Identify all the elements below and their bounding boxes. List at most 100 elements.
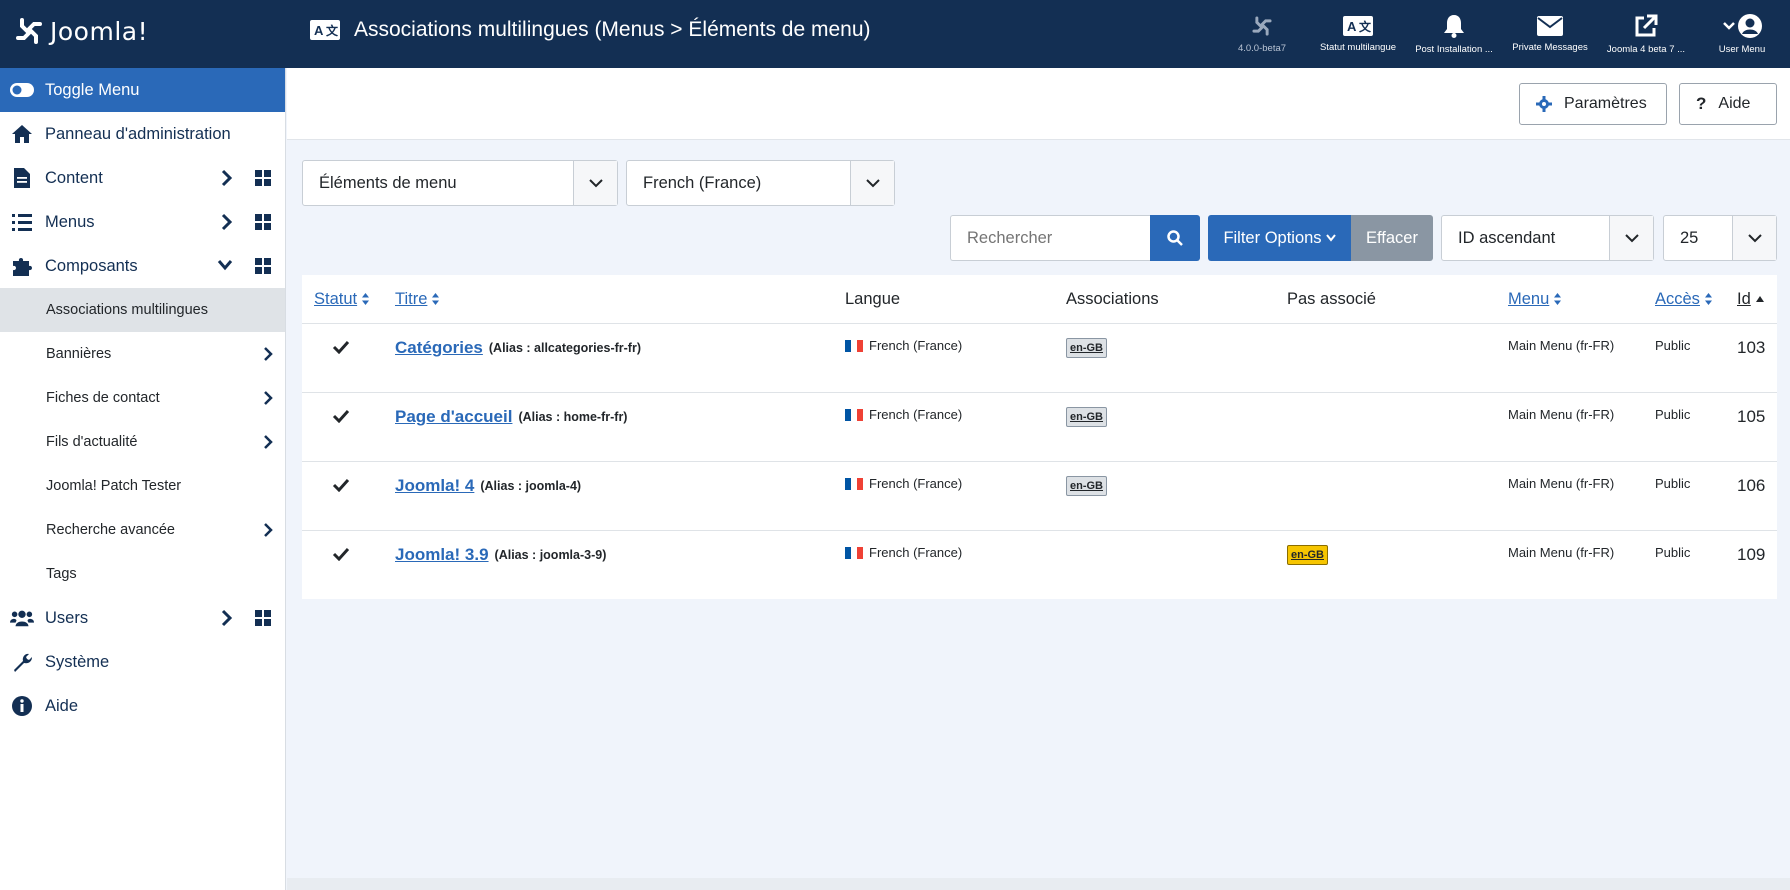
joomla-icon xyxy=(1252,15,1272,36)
item-alias: (Alias : allcategories-fr-fr) xyxy=(488,341,641,355)
sidebar-item-components[interactable]: Composants xyxy=(0,244,285,288)
sidebar-subitem-patch-tester[interactable]: Joomla! Patch Tester xyxy=(0,464,285,508)
header-label: Statut xyxy=(314,289,358,308)
check-icon[interactable] xyxy=(332,478,350,492)
clear-button[interactable]: Effacer xyxy=(1351,215,1433,261)
dashboard-grid-icon[interactable] xyxy=(255,258,271,274)
sidebar-item-dashboard[interactable]: Panneau d'administration xyxy=(0,112,285,156)
item-title-link[interactable]: Joomla! 4 xyxy=(395,476,474,496)
association-badge[interactable]: en-GB xyxy=(1066,407,1107,427)
table-row: Page d'accueil (Alias : home-fr-fr) Fren… xyxy=(302,392,1777,461)
column-header-id[interactable]: Id xyxy=(1737,275,1765,323)
sidebar-subitem-label: Bannières xyxy=(46,346,112,362)
sidebar-item-system[interactable]: Système xyxy=(0,640,285,684)
sidebar-subitem-banners[interactable]: Bannières xyxy=(0,332,285,376)
language-value: French (France) xyxy=(643,173,762,192)
sidebar-item-label: Panneau d'administration xyxy=(45,124,231,143)
item-alias: (Alias : home-fr-fr) xyxy=(518,410,628,424)
column-header-access[interactable]: Accès xyxy=(1655,275,1713,323)
sidebar-subitem-contacts[interactable]: Fiches de contact xyxy=(0,376,285,420)
user-icon xyxy=(1738,13,1762,38)
item-title-link[interactable]: Joomla! 3.9 xyxy=(395,545,489,565)
toggle-icon xyxy=(10,78,34,102)
search-input[interactable] xyxy=(950,215,1150,261)
sidebar-item-label: Content xyxy=(45,168,103,187)
language-select[interactable]: French (France) xyxy=(626,160,895,206)
toolbar: Paramètres ? Aide xyxy=(287,68,1790,140)
toggle-menu-label: Toggle Menu xyxy=(45,80,140,99)
version-tool[interactable]: 4.0.0-beta7 xyxy=(1214,0,1310,68)
item-language: French (France) xyxy=(869,407,963,422)
language-icon: A 文 xyxy=(310,20,340,40)
sidebar-subitem-label: Fils d'actualité xyxy=(46,434,138,450)
item-type-select[interactable]: Éléments de menu xyxy=(302,160,618,206)
page-title: Associations multilingues (Menus > Éléme… xyxy=(354,18,871,41)
chevron-right-icon[interactable] xyxy=(221,609,233,627)
check-icon[interactable] xyxy=(332,547,350,561)
toggle-menu-button[interactable]: Toggle Menu xyxy=(0,68,285,112)
tool-label: Post Installation ... xyxy=(1415,43,1493,55)
svg-text:A: A xyxy=(1347,19,1357,34)
item-language: French (France) xyxy=(869,338,963,353)
item-title-link[interactable]: Catégories xyxy=(395,338,483,358)
column-header-associations: Associations xyxy=(1066,275,1159,323)
sidebar-item-menus[interactable]: Menus xyxy=(0,200,285,244)
envelope-icon xyxy=(1537,15,1563,36)
chevron-right-icon[interactable] xyxy=(263,390,273,406)
chevron-down-icon[interactable] xyxy=(217,259,233,271)
sidebar-item-users[interactable]: Users xyxy=(0,596,285,640)
sidebar-item-content[interactable]: Content xyxy=(0,156,285,200)
table-row: Joomla! 3.9 (Alias : joomla-3-9) French … xyxy=(302,530,1777,599)
item-title-link[interactable]: Page d'accueil xyxy=(395,407,512,427)
not-associated-badge[interactable]: en-GB xyxy=(1287,545,1328,565)
sidebar-subitem-newsfeeds[interactable]: Fils d'actualité xyxy=(0,420,285,464)
private-messages-tool[interactable]: Private Messages xyxy=(1502,0,1598,68)
filter-options-label: Filter Options xyxy=(1223,228,1322,247)
column-header-status[interactable]: Statut xyxy=(314,275,370,323)
association-badge[interactable]: en-GB xyxy=(1066,338,1107,358)
chevron-down-icon xyxy=(1723,21,1735,30)
sidebar-item-help[interactable]: Aide xyxy=(0,684,285,728)
sidebar-item-label: Menus xyxy=(45,212,95,231)
dashboard-grid-icon[interactable] xyxy=(255,610,271,626)
check-icon[interactable] xyxy=(332,340,350,354)
item-access: Public xyxy=(1655,338,1691,353)
item-access: Public xyxy=(1655,545,1691,560)
top-header: Joomla! A 文 Associations multilingues (M… xyxy=(0,0,1790,68)
sidebar-subitem-associations[interactable]: Associations multilingues xyxy=(0,288,285,332)
check-icon[interactable] xyxy=(332,409,350,423)
limit-select[interactable]: 25 xyxy=(1663,215,1777,261)
multilanguage-status-tool[interactable]: A 文 Statut multilangue xyxy=(1310,0,1406,68)
item-access: Public xyxy=(1655,407,1691,422)
sidebar-subitem-smart-search[interactable]: Recherche avancée xyxy=(0,508,285,552)
association-badge[interactable]: en-GB xyxy=(1066,476,1107,496)
options-label: Paramètres xyxy=(1564,95,1647,112)
user-menu-tool[interactable]: User Menu xyxy=(1694,0,1790,68)
dashboard-grid-icon[interactable] xyxy=(255,214,271,230)
chevron-right-icon[interactable] xyxy=(221,213,233,231)
post-installation-tool[interactable]: Post Installation ... xyxy=(1406,0,1502,68)
column-header-title[interactable]: Titre xyxy=(395,275,440,323)
item-language: French (France) xyxy=(869,545,963,560)
sidebar-subitem-label: Tags xyxy=(46,566,77,582)
search-button[interactable] xyxy=(1150,215,1200,261)
filter-options-button[interactable]: Filter Options xyxy=(1208,215,1351,261)
site-link-tool[interactable]: Joomla 4 beta 7 ... xyxy=(1598,0,1694,68)
chevron-right-icon[interactable] xyxy=(263,434,273,450)
column-header-menu[interactable]: Menu xyxy=(1508,275,1562,323)
chevron-right-icon[interactable] xyxy=(221,169,233,187)
ordering-select[interactable]: ID ascendant xyxy=(1441,215,1654,261)
help-button[interactable]: ? Aide xyxy=(1679,83,1777,125)
chevron-right-icon[interactable] xyxy=(263,346,273,362)
chevron-down-icon xyxy=(573,161,617,205)
options-button[interactable]: Paramètres xyxy=(1519,83,1667,125)
sidebar-subitem-tags[interactable]: Tags xyxy=(0,552,285,596)
joomla-logo[interactable]: Joomla! xyxy=(14,16,148,46)
sidebar-item-label: Aide xyxy=(45,696,79,715)
flag-fr-icon xyxy=(845,408,863,421)
dashboard-grid-icon[interactable] xyxy=(255,170,271,186)
users-icon xyxy=(10,606,34,630)
chevron-right-icon[interactable] xyxy=(263,522,273,538)
sort-icon xyxy=(1554,293,1562,305)
info-icon xyxy=(10,694,34,718)
